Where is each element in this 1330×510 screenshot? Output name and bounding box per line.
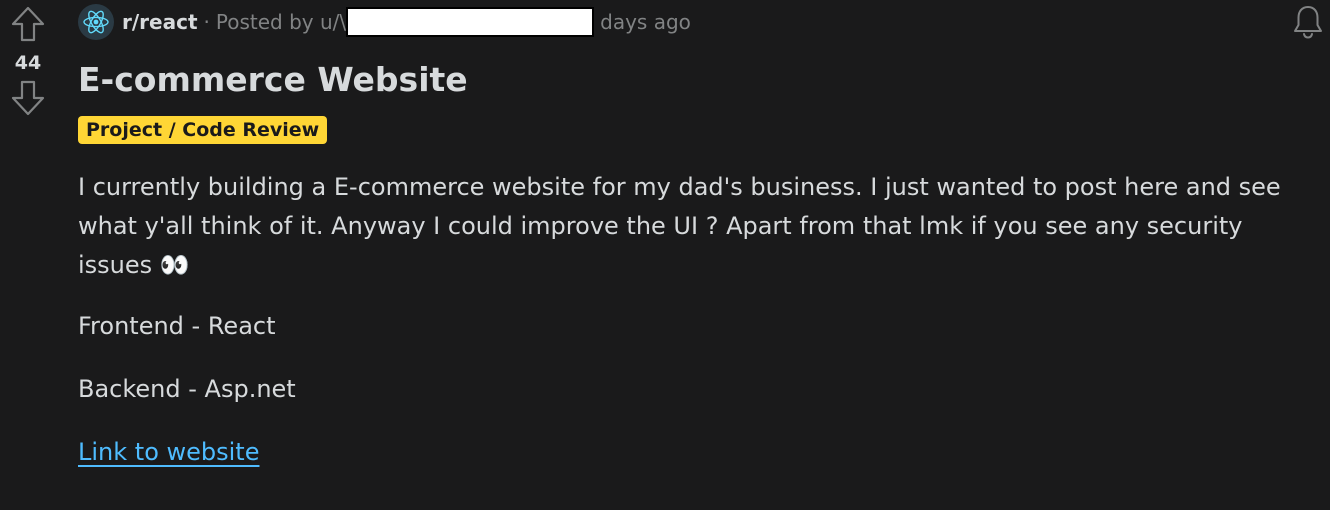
- post-time: days ago: [600, 10, 691, 34]
- notification-button[interactable]: [1290, 4, 1326, 40]
- subreddit-link[interactable]: r/react: [122, 10, 198, 34]
- body-paragraph: Backend - Asp.net: [78, 375, 296, 403]
- redacted-username: [346, 7, 595, 37]
- post-card: 44 r/react · Posted by u/\ days ago E-co…: [0, 0, 1330, 510]
- post-title[interactable]: E-commerce Website: [78, 58, 1330, 102]
- react-atom-icon: [83, 10, 109, 34]
- post-body: I currently building a E-commerce websit…: [78, 168, 1308, 472]
- subreddit-avatar[interactable]: [78, 4, 114, 40]
- link-paragraph: Link to website: [78, 433, 1308, 472]
- posted-by-label[interactable]: Posted by u/\: [216, 10, 346, 34]
- body-paragraph: Frontend - React: [78, 312, 276, 340]
- body-paragraph: I currently building a E-commerce websit…: [78, 173, 1281, 279]
- meta-separator: ·: [203, 10, 210, 34]
- vote-column: 44: [0, 0, 56, 118]
- website-link[interactable]: Link to website: [78, 438, 259, 466]
- upvote-button[interactable]: [8, 4, 48, 44]
- bell-icon: [1294, 6, 1322, 39]
- downvote-button[interactable]: [8, 78, 48, 118]
- post-flair[interactable]: Project / Code Review: [78, 116, 328, 144]
- post-content: r/react · Posted by u/\ days ago E-comme…: [78, 0, 1330, 496]
- arrow-up-icon: [11, 6, 45, 42]
- post-meta: r/react · Posted by u/\ days ago: [78, 0, 1330, 44]
- vote-count: 44: [14, 52, 42, 74]
- arrow-down-icon: [11, 80, 45, 116]
